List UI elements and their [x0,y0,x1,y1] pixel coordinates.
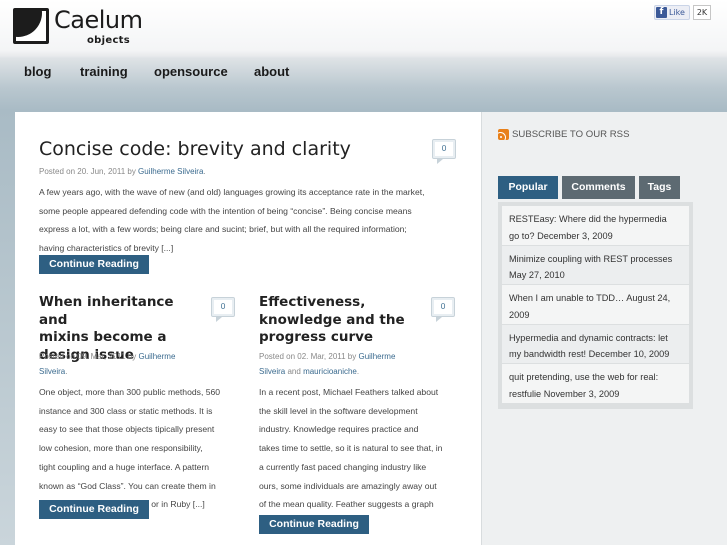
featured-continue-button[interactable]: Continue Reading [39,255,149,274]
popular-posts-list: RESTEasy: Where did the hypermedia go to… [498,202,693,409]
tab-tags[interactable]: Tags [639,176,680,199]
facebook-like-label: Like [669,8,685,17]
featured-author-link[interactable]: Guilherme Silveira [138,167,203,176]
post-right-excerpt: In a recent post, Michael Feathers talke… [259,387,443,528]
featured-post-title[interactable]: Concise code: brevity and clarity [39,138,351,160]
post-right-meta: Posted on 02. Mar, 2011 by Guilherme Sil… [259,352,396,376]
featured-post-excerpt: A few years ago, with the wave of new (a… [39,187,425,254]
post-left-comment-count[interactable]: 0 [211,297,235,322]
post-right-continue-button[interactable]: Continue Reading [259,515,369,534]
rss-icon [498,129,509,140]
facebook-like-button[interactable]: f Like [654,5,690,20]
facebook-icon: f [656,7,667,18]
rss-subscribe-link[interactable]: SUBSCRIBE TO OUR RSS [498,129,629,140]
list-item[interactable]: Hypermedia and dynamic contracts: let my… [502,324,689,365]
post-left-meta: Posted on 09. Mar, 2011 by Guilherme Sil… [39,352,176,376]
nav-item-opensource[interactable]: opensource [154,56,228,88]
post-right-comment-count[interactable]: 0 [431,297,455,322]
list-item[interactable]: RESTEasy: Where did the hypermedia go to… [502,206,689,246]
list-item[interactable]: quit pretending, use the web for real: r… [502,364,689,404]
sidebar: SUBSCRIBE TO OUR RSS Popular Comments Ta… [481,112,727,545]
main-nav: blog training opensource about [0,56,727,88]
list-item[interactable]: Minimize coupling with REST processes Ma… [502,245,689,286]
post-left-excerpt: One object, more than 300 public methods… [39,387,221,510]
nav-item-blog[interactable]: blog [24,56,51,88]
nav-item-about[interactable]: about [254,56,289,88]
main-content: Concise code: brevity and clarity 0 Post… [15,112,481,545]
list-item[interactable]: When I am unable to TDD… August 24, 2009 [502,285,689,325]
facebook-like-count: 2K [693,5,711,20]
featured-post-meta: Posted on 20. Jun, 2011 by Guilherme Sil… [39,167,206,176]
nav-item-training[interactable]: training [80,56,128,88]
caelum-logo[interactable]: Caelum objects [13,6,143,48]
featured-comment-count[interactable]: 0 [432,139,456,164]
logo-mark-icon [13,8,49,44]
tab-popular[interactable]: Popular [498,176,558,199]
logo-subtitle: objects [87,35,130,46]
post-left-continue-button[interactable]: Continue Reading [39,500,149,519]
tab-comments[interactable]: Comments [562,176,635,199]
post-right-title[interactable]: Effectiveness, knowledge and the progres… [259,294,419,347]
logo-name: Caelum [54,6,143,34]
